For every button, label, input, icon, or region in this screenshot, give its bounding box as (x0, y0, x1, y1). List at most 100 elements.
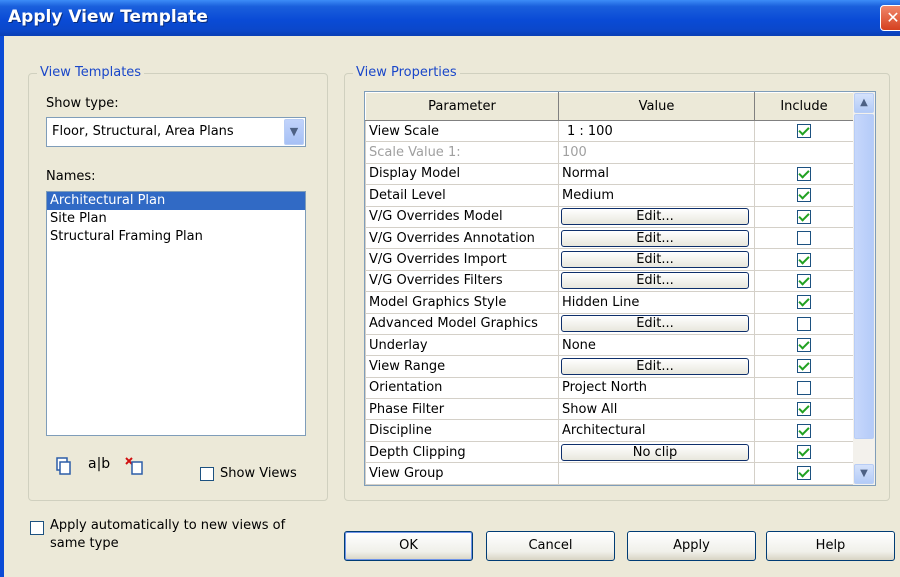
value-cell[interactable]: Show All (558, 398, 755, 421)
include-checkbox[interactable] (797, 252, 811, 267)
edit-button[interactable]: Edit... (561, 229, 749, 247)
help-button[interactable]: Help (766, 531, 895, 561)
parameter-cell: View Scale (365, 119, 559, 143)
table-row[interactable]: V/G Overrides Filters Edit... (365, 269, 854, 293)
include-checkbox[interactable] (797, 316, 811, 331)
include-cell (754, 333, 854, 357)
table-row[interactable]: Phase Filter Show All (365, 398, 854, 421)
include-checkbox[interactable] (797, 445, 811, 460)
vertical-scrollbar[interactable]: ▲ ▼ (853, 92, 875, 485)
scroll-down-icon[interactable]: ▼ (854, 464, 874, 484)
list-item[interactable]: Architectural Plan (47, 192, 305, 210)
rename-icon[interactable]: a|b (88, 456, 110, 478)
include-checkbox[interactable] (797, 359, 811, 374)
value-cell[interactable]: Normal (558, 162, 755, 186)
delete-icon[interactable] (124, 455, 146, 477)
edit-button[interactable]: Edit... (561, 272, 749, 290)
edit-button[interactable]: Edit... (561, 357, 749, 375)
include-checkbox[interactable] (797, 273, 811, 288)
table-row[interactable]: V/G Overrides Annotation Edit... (365, 226, 854, 250)
list-item[interactable]: Site Plan (47, 210, 305, 228)
table-row[interactable]: Detail Level Medium (365, 184, 854, 207)
column-header-include[interactable]: Include (754, 92, 854, 121)
view-properties-legend: View Properties (353, 65, 460, 80)
include-checkbox[interactable] (797, 423, 811, 438)
show-type-select[interactable]: Floor, Structural, Area Plans ▼ (46, 117, 306, 147)
scroll-up-icon[interactable]: ▲ (854, 93, 874, 113)
include-cell (754, 226, 854, 250)
include-cell (754, 355, 854, 378)
include-checkbox[interactable] (797, 209, 811, 224)
table-row[interactable]: View Scale 1 : 100 (365, 119, 854, 143)
parameter-cell: V/G Overrides Filters (365, 269, 559, 293)
value-cell[interactable]: Hidden Line (558, 291, 755, 314)
table-row[interactable]: View Range Edit... (365, 355, 854, 378)
table-row[interactable]: Model Graphics Style Hidden Line (365, 291, 854, 314)
include-checkbox[interactable] (797, 402, 811, 417)
parameter-cell: View Group (365, 462, 559, 485)
parameter-cell: Detail Level (365, 184, 559, 207)
include-checkbox[interactable] (797, 338, 811, 353)
close-button[interactable]: ✕ (880, 5, 900, 31)
cancel-button[interactable]: Cancel (486, 531, 615, 561)
value-cell[interactable]: 1 : 100 (558, 119, 755, 143)
table-row[interactable]: Display Model Normal (365, 162, 854, 186)
include-cell (754, 205, 854, 228)
edit-button[interactable]: No clip (561, 443, 749, 461)
include-checkbox[interactable] (797, 188, 811, 203)
chevron-down-icon[interactable]: ▼ (284, 119, 304, 145)
value-cell[interactable]: None (558, 333, 755, 357)
names-list[interactable]: Architectural Plan Site Plan Structural Fr… (46, 191, 306, 436)
edit-button[interactable]: Edit... (561, 315, 749, 333)
value-cell[interactable]: Architectural (558, 419, 755, 442)
include-cell (754, 462, 854, 485)
include-checkbox[interactable] (797, 466, 811, 481)
value-cell[interactable]: 100 (558, 141, 755, 164)
include-checkbox[interactable] (797, 124, 811, 139)
table-row[interactable]: Scale Value 1: 100 (365, 141, 854, 164)
include-cell (754, 119, 854, 143)
show-views-label: Show Views (220, 466, 297, 481)
table-row[interactable]: V/G Overrides Model Edit... (365, 205, 854, 228)
edit-button[interactable]: Edit... (561, 251, 749, 269)
view-templates-legend: View Templates (37, 65, 145, 80)
value-cell: Edit... (558, 355, 755, 378)
value-cell[interactable]: Medium (558, 184, 755, 207)
duplicate-icon[interactable] (52, 455, 74, 477)
parameter-cell: Orientation (365, 376, 559, 400)
table-row[interactable]: View Group (365, 462, 854, 485)
column-header-value[interactable]: Value (558, 92, 755, 121)
include-cell (754, 141, 854, 164)
include-checkbox[interactable] (797, 295, 811, 310)
table-row[interactable]: Underlay None (365, 333, 854, 357)
properties-grid[interactable]: Parameter Value Include View Scale 1 : 10… (364, 91, 876, 486)
table-row[interactable]: Depth Clipping No clip (365, 440, 854, 464)
show-views-checkbox[interactable] (200, 467, 214, 481)
include-checkbox[interactable] (797, 380, 811, 395)
list-item[interactable]: Structural Framing Plan (47, 228, 305, 246)
apply-auto-checkbox[interactable] (30, 521, 44, 535)
ok-button[interactable]: OK (344, 531, 473, 561)
show-type-label: Show type: (46, 96, 119, 111)
include-checkbox[interactable] (797, 231, 811, 246)
value-cell[interactable]: Project North (558, 376, 755, 400)
table-row[interactable]: V/G Overrides Import Edit... (365, 248, 854, 271)
include-cell (754, 291, 854, 314)
parameter-cell: V/G Overrides Model (365, 205, 559, 228)
edit-button[interactable]: Edit... (561, 208, 749, 226)
scrollbar-thumb[interactable] (854, 114, 874, 439)
value-cell: Edit... (558, 226, 755, 250)
apply-auto-label: Apply automatically to new views of same… (50, 518, 286, 551)
include-cell (754, 376, 854, 400)
table-row[interactable]: Advanced Model Graphics Edit... (365, 312, 854, 335)
include-cell (754, 440, 854, 464)
include-checkbox[interactable] (797, 166, 811, 181)
parameter-cell: Advanced Model Graphics (365, 312, 559, 335)
table-row[interactable]: Discipline Architectural (365, 419, 854, 442)
column-header-parameter[interactable]: Parameter (365, 92, 559, 121)
apply-button[interactable]: Apply (627, 531, 756, 561)
table-row[interactable]: Orientation Project North (365, 376, 854, 400)
title-bar[interactable]: Apply View Template ✕ (0, 0, 900, 36)
include-cell (754, 184, 854, 207)
value-cell[interactable] (558, 462, 755, 485)
